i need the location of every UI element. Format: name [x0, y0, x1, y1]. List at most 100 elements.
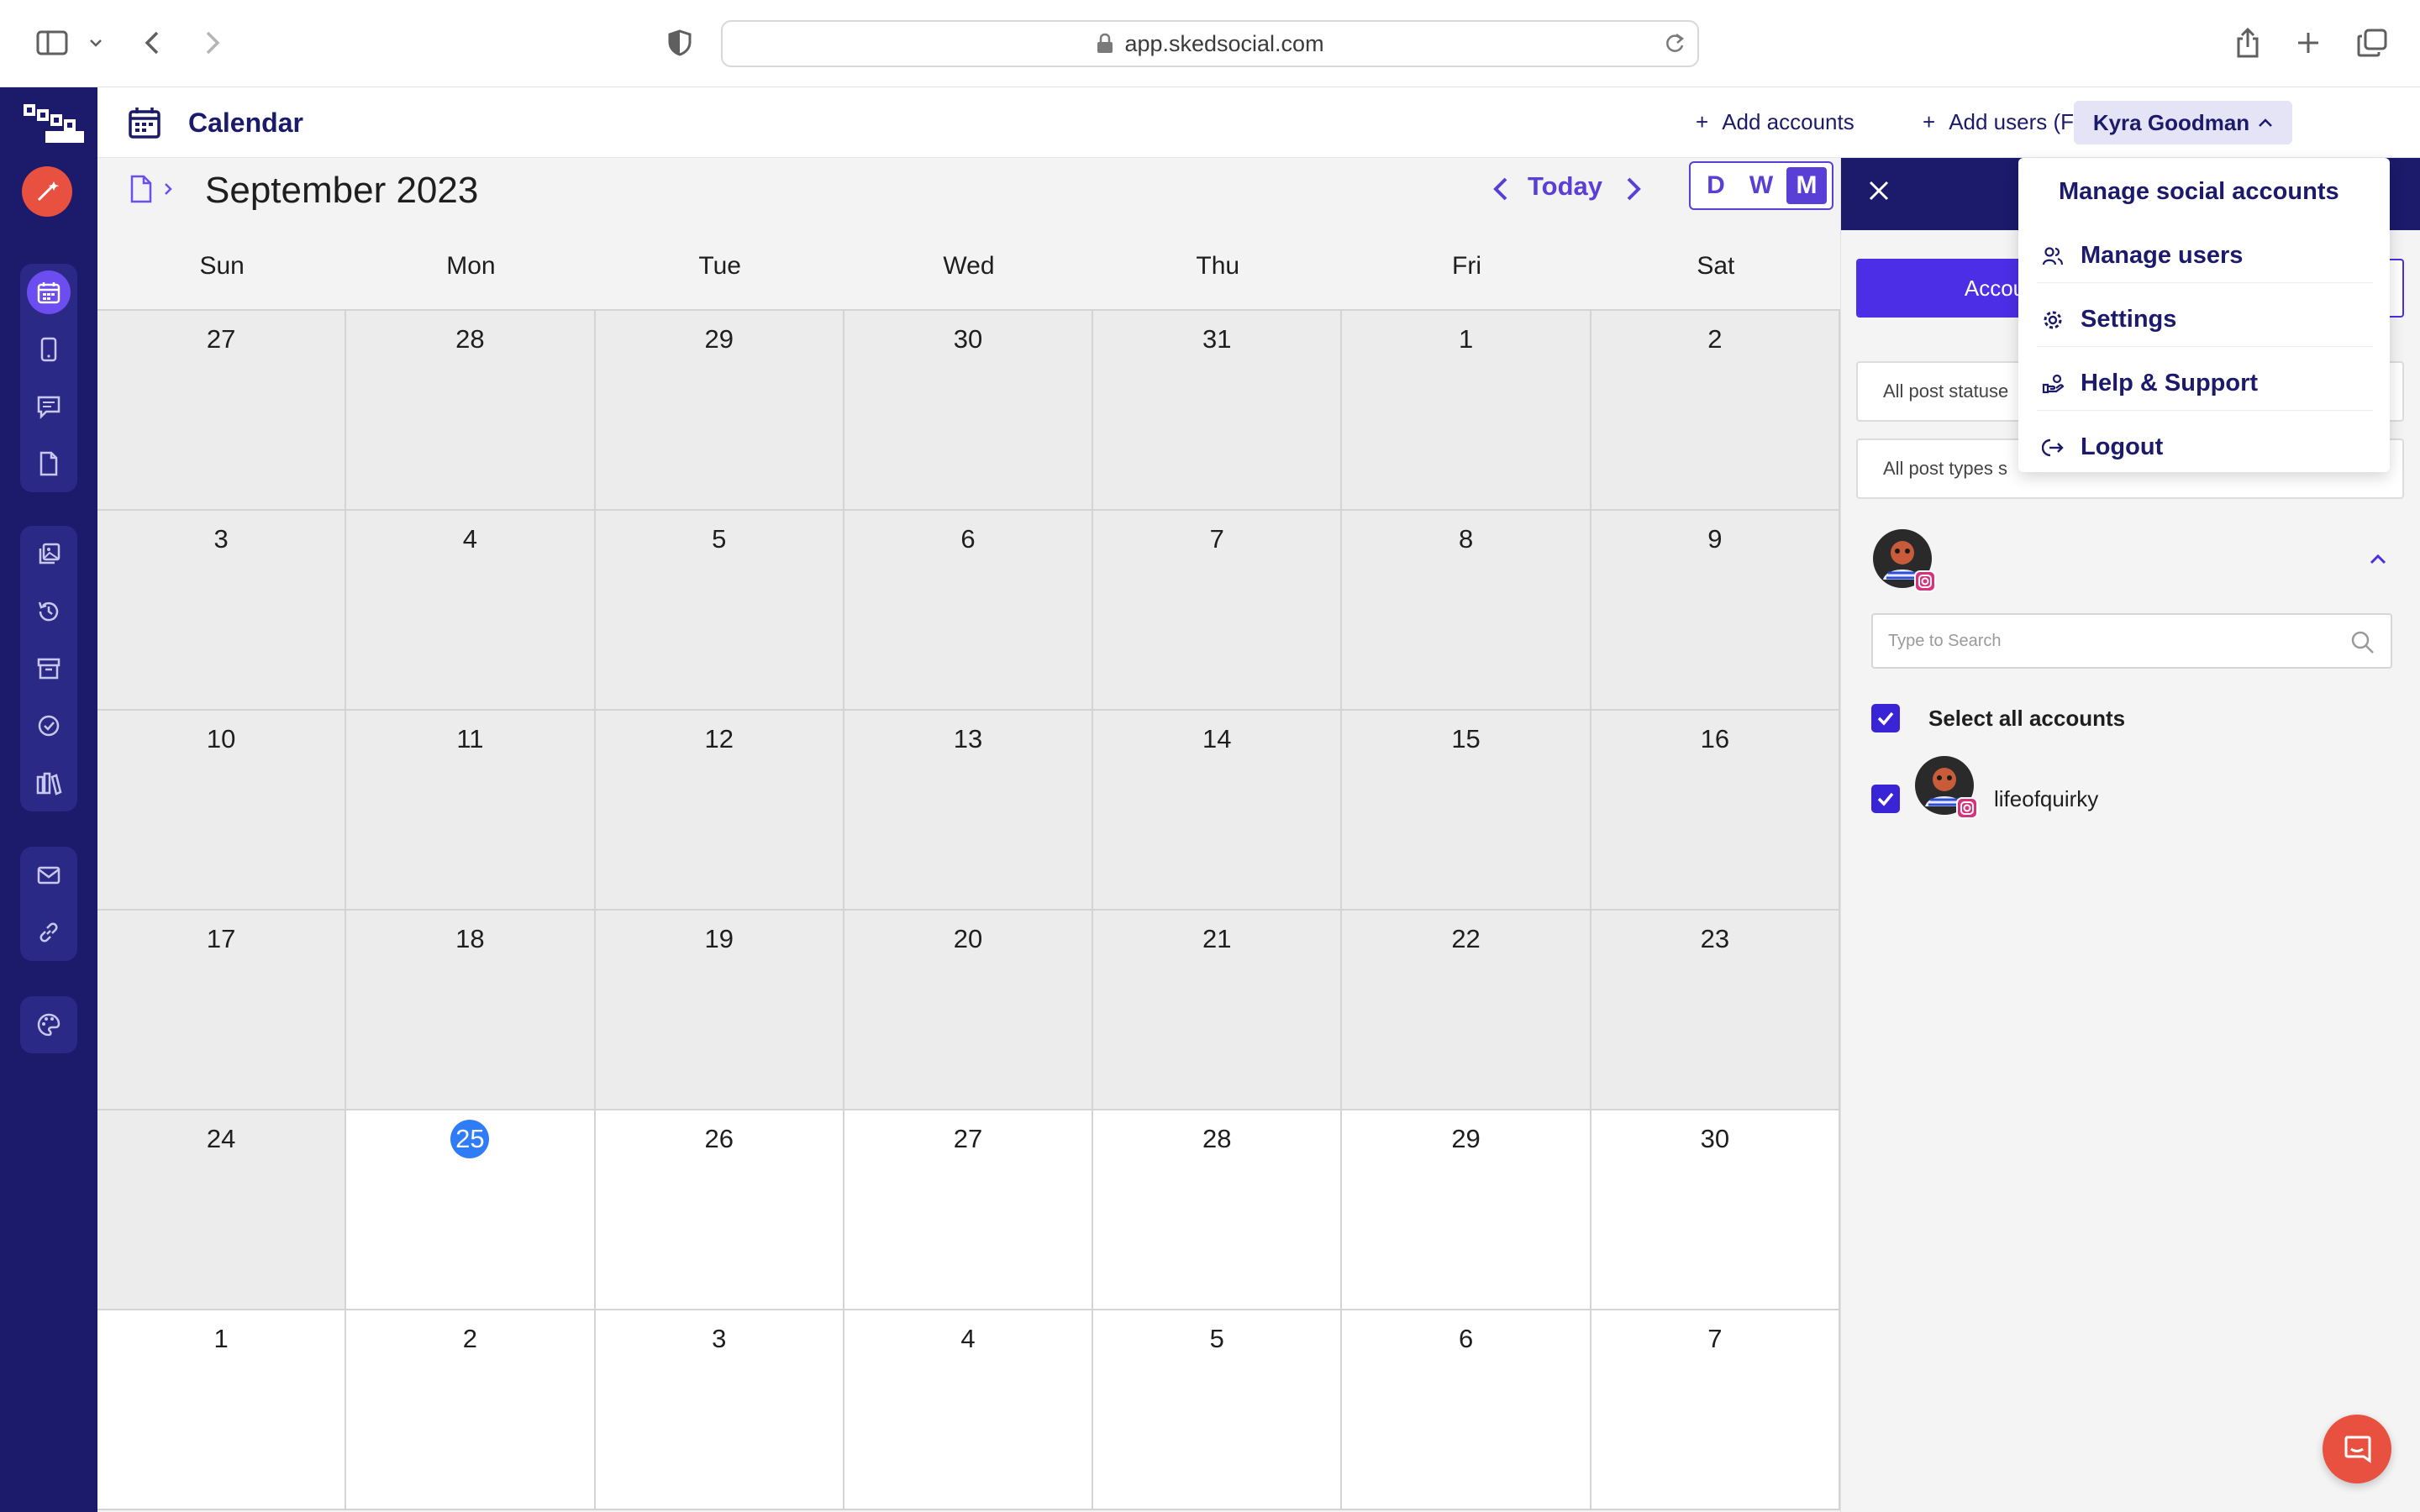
menu-item-manage-social-accounts[interactable]: Manage social accounts: [2018, 160, 2390, 223]
day-cell[interactable]: 4: [844, 1310, 1094, 1510]
week-view-button[interactable]: W: [1741, 167, 1781, 204]
day-cell[interactable]: 16: [1591, 711, 1840, 911]
sidebar-item-history[interactable]: [20, 583, 77, 640]
day-cell[interactable]: 4: [346, 511, 596, 711]
previous-month-icon[interactable]: [1492, 176, 1509, 202]
chevron-down-icon[interactable]: [86, 22, 106, 64]
day-number: 15: [1342, 724, 1589, 754]
day-cell[interactable]: 1: [1342, 311, 1591, 511]
today-button[interactable]: Today: [1528, 171, 1602, 202]
share-icon[interactable]: [2233, 22, 2262, 64]
day-cell[interactable]: 17: [97, 911, 347, 1110]
day-cell[interactable]: 15: [1342, 711, 1591, 911]
account-avatar: [1913, 754, 1979, 820]
day-view-button[interactable]: D: [1696, 167, 1736, 204]
reload-icon[interactable]: [1664, 32, 1686, 55]
chevron-up-icon: [2259, 118, 2273, 127]
day-cell[interactable]: 19: [595, 911, 844, 1110]
day-cell[interactable]: 13: [844, 711, 1094, 911]
privacy-shield-icon[interactable]: [666, 22, 694, 64]
sidebar-item-content-library[interactable]: [20, 526, 77, 583]
menu-item-settings[interactable]: Settings: [2018, 287, 2390, 351]
sidebar-item-archive[interactable]: [20, 640, 77, 697]
month-grid: 27 28 29 30 31 1 2 3 4 5 6 7 8 9 10 11 12 13 14 15 16 17 18 19 2…: [97, 309, 1840, 1512]
day-cell[interactable]: 5: [595, 511, 844, 711]
day-cell[interactable]: 30: [844, 311, 1094, 511]
day-cell[interactable]: 9: [1591, 511, 1840, 711]
breadcrumb[interactable]: [129, 175, 173, 203]
day-cell[interactable]: 6: [844, 511, 1094, 711]
day-cell[interactable]: 12: [595, 711, 844, 911]
lock-icon: [1097, 33, 1113, 53]
sked-social-logo[interactable]: [22, 102, 86, 146]
day-cell[interactable]: 18: [346, 911, 596, 1110]
day-cell[interactable]: 25: [346, 1110, 596, 1310]
select-all-checkbox[interactable]: [1871, 704, 1900, 732]
add-accounts-link[interactable]: + Add accounts: [1696, 109, 1854, 135]
day-cell[interactable]: 28: [346, 311, 596, 511]
tabs-overview-icon[interactable]: [2356, 22, 2388, 64]
day-cell[interactable]: 29: [1342, 1110, 1591, 1310]
sidebar-item-comments[interactable]: [20, 378, 77, 435]
back-icon[interactable]: [139, 22, 165, 64]
day-cell[interactable]: 30: [1591, 1110, 1840, 1310]
day-cell[interactable]: 3: [97, 511, 347, 711]
chat-icon: [2344, 1436, 2371, 1463]
day-cell[interactable]: 7: [1093, 511, 1343, 711]
day-cell[interactable]: 31: [1093, 311, 1343, 511]
sidebar-item-inbox[interactable]: [20, 847, 77, 904]
account-checkbox[interactable]: [1871, 785, 1900, 813]
sidebar-toggle-icon[interactable]: [34, 22, 71, 64]
sidebar-item-analytics[interactable]: [20, 754, 77, 811]
day-cell[interactable]: 7: [1591, 1310, 1840, 1510]
day-cell[interactable]: 23: [1591, 911, 1840, 1110]
day-cell[interactable]: 11: [346, 711, 596, 911]
day-number: 13: [844, 724, 1092, 754]
day-cell[interactable]: 2: [1591, 311, 1840, 511]
day-cell[interactable]: 3: [595, 1310, 844, 1510]
user-menu-button[interactable]: Kyra Goodman: [2074, 101, 2292, 144]
sidebar-item-drafts[interactable]: [20, 435, 77, 492]
month-view-button[interactable]: M: [1786, 167, 1827, 204]
sidebar-item-calendar[interactable]: [20, 264, 77, 321]
search-icon: [2351, 631, 2374, 654]
day-cell[interactable]: 27: [97, 311, 347, 511]
close-icon[interactable]: [1866, 178, 1891, 203]
menu-item-logout[interactable]: Logout: [2018, 415, 2390, 479]
account-search-input[interactable]: Type to Search: [1871, 613, 2392, 669]
day-cell[interactable]: 26: [595, 1110, 844, 1310]
day-cell[interactable]: 20: [844, 911, 1094, 1110]
sidebar-item-approvals[interactable]: [20, 697, 77, 754]
day-number-text: 27: [206, 324, 236, 354]
chat-launcher-button[interactable]: [2323, 1415, 2391, 1483]
day-cell[interactable]: 14: [1093, 711, 1343, 911]
sidebar-group-library: [20, 526, 77, 811]
compose-button[interactable]: [22, 166, 72, 217]
day-cell[interactable]: 8: [1342, 511, 1591, 711]
chevron-up-icon[interactable]: [2369, 553, 2387, 564]
day-cell[interactable]: 27: [844, 1110, 1094, 1310]
address-bar[interactable]: app.skedsocial.com: [721, 20, 1699, 67]
sidebar-item-mobile[interactable]: [20, 321, 77, 378]
day-cell[interactable]: 29: [595, 311, 844, 511]
day-cell[interactable]: 6: [1342, 1310, 1591, 1510]
day-cell[interactable]: 10: [97, 711, 347, 911]
day-cell[interactable]: 24: [97, 1110, 347, 1310]
new-tab-icon[interactable]: [2294, 22, 2323, 64]
sidebar-item-link-in-bio[interactable]: [20, 904, 77, 961]
day-cell[interactable]: 1: [97, 1310, 347, 1510]
menu-item-manage-users[interactable]: Manage users: [2018, 223, 2390, 287]
forward-icon[interactable]: [200, 22, 225, 64]
day-number-text: 31: [1202, 324, 1232, 354]
day-cell[interactable]: 21: [1093, 911, 1343, 1110]
day-cell[interactable]: 22: [1342, 911, 1591, 1110]
calendar-area: September 2023 Today D W M Sun Mon Tue W…: [97, 158, 1840, 1512]
menu-item-help-support[interactable]: Help & Support: [2018, 351, 2390, 415]
sidebar-item-palette[interactable]: [20, 996, 77, 1053]
day-number-text: 4: [462, 524, 478, 554]
next-month-icon[interactable]: [1625, 176, 1642, 202]
day-number-text: 5: [712, 524, 727, 554]
day-cell[interactable]: 2: [346, 1310, 596, 1510]
day-cell[interactable]: 5: [1093, 1310, 1343, 1510]
day-cell[interactable]: 28: [1093, 1110, 1343, 1310]
